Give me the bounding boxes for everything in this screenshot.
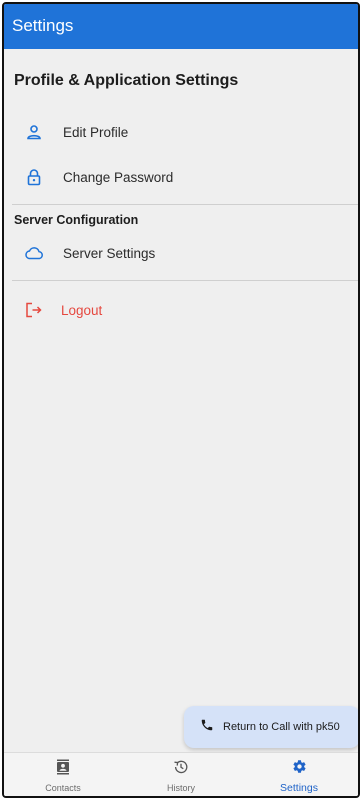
server-section-title: Server Configuration <box>14 213 139 227</box>
app-bar: Settings <box>4 4 358 49</box>
change-password-label: Change Password <box>63 169 174 185</box>
cloud-icon <box>24 243 44 263</box>
phone-icon <box>200 718 214 737</box>
divider <box>12 204 358 205</box>
logout-item[interactable]: Logout <box>24 293 344 327</box>
logout-icon <box>24 300 44 320</box>
app-bar-title: Settings <box>12 16 74 35</box>
lock-icon <box>24 167 44 187</box>
nav-settings[interactable]: Settings <box>240 753 358 796</box>
nav-contacts[interactable]: Contacts <box>4 753 122 796</box>
contacts-icon <box>56 759 70 780</box>
logout-label: Logout <box>61 302 103 318</box>
server-settings-label: Server Settings <box>63 245 156 261</box>
nav-history[interactable]: History <box>122 753 240 796</box>
profile-section-title: Profile & Application Settings <box>14 72 239 89</box>
history-icon <box>173 759 189 780</box>
return-to-call-button[interactable]: Return to Call with pk50 <box>184 706 358 748</box>
nav-contacts-label: Contacts <box>45 783 81 793</box>
edit-profile-label: Edit Profile <box>63 124 129 140</box>
nav-settings-label: Settings <box>280 782 318 794</box>
bottom-navigation: Contacts History Settings <box>4 752 358 796</box>
phone-frame: Settings Profile & Application Settings … <box>2 2 360 798</box>
return-to-call-label: Return to Call with pk50 <box>223 721 340 733</box>
divider <box>12 280 358 281</box>
person-icon <box>24 122 44 142</box>
server-settings-item[interactable]: Server Settings <box>24 236 344 270</box>
nav-history-label: History <box>166 783 195 793</box>
gear-icon <box>292 759 307 779</box>
change-password-item[interactable]: Change Password <box>24 160 344 194</box>
edit-profile-item[interactable]: Edit Profile <box>24 115 344 149</box>
